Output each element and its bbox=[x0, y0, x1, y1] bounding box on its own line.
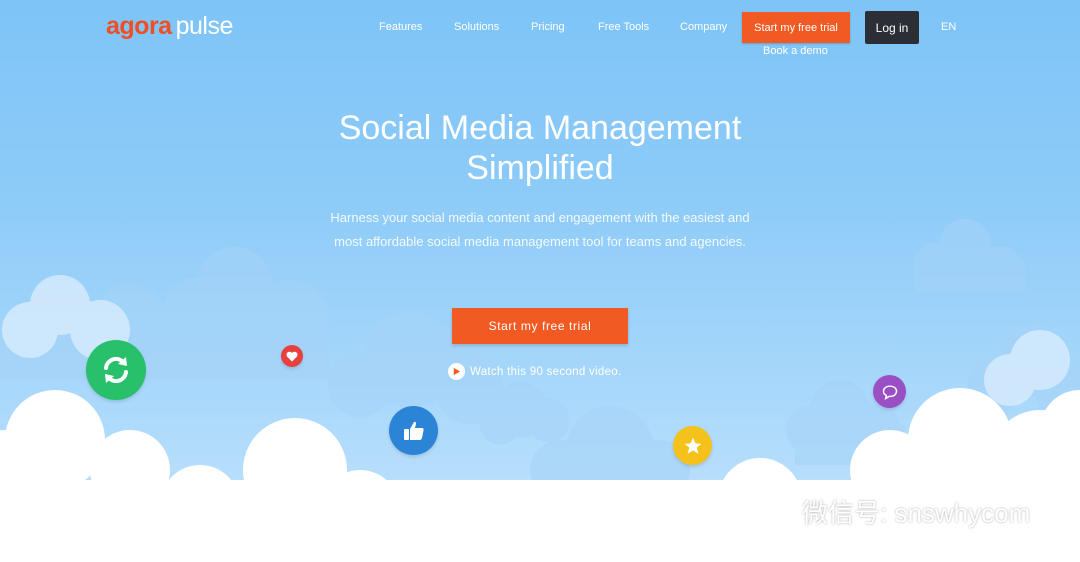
agorapulse-logo[interactable]: agora pulse bbox=[106, 12, 233, 41]
nav-features[interactable]: Features bbox=[379, 21, 422, 33]
wechat-watermark: 微信号: snswhycom bbox=[752, 493, 1030, 530]
login-button[interactable]: Log in bbox=[865, 11, 919, 44]
hero-subtitle: Harness your social media content and en… bbox=[330, 210, 750, 249]
hero-title: Social Media Management Simplified bbox=[240, 108, 840, 188]
hero-title-line2: Simplified bbox=[466, 149, 614, 187]
thumbs-up-icon bbox=[389, 406, 438, 455]
logo-part-pulse: pulse bbox=[175, 12, 234, 40]
nav-company[interactable]: Company bbox=[680, 21, 727, 33]
watch-video-link[interactable]: Watch this 90 second video. bbox=[448, 363, 622, 380]
book-demo-link[interactable]: Book a demo bbox=[763, 45, 828, 57]
wechat-icon bbox=[752, 496, 794, 527]
play-icon[interactable] bbox=[448, 363, 465, 380]
chat-icon bbox=[873, 375, 906, 408]
nav-solutions[interactable]: Solutions bbox=[454, 21, 499, 33]
sync-icon bbox=[86, 340, 146, 400]
site-header: agora pulse Features Solutions Pricing Fr… bbox=[0, 0, 1080, 60]
nav-pricing[interactable]: Pricing bbox=[531, 21, 565, 33]
watermark-text: 微信号: snswhycom bbox=[802, 498, 1031, 528]
nav-free-tools[interactable]: Free Tools bbox=[598, 21, 649, 33]
hero-title-line1: Social Media Management bbox=[338, 109, 742, 147]
language-selector[interactable]: EN bbox=[941, 21, 956, 33]
star-icon bbox=[673, 426, 712, 465]
logo-part-agora: agora bbox=[106, 12, 172, 40]
heart-icon bbox=[281, 345, 303, 367]
hero-start-free-trial-button[interactable]: Start my free trial bbox=[452, 308, 628, 344]
watch-video-text[interactable]: Watch this 90 second video. bbox=[470, 366, 622, 378]
start-free-trial-button[interactable]: Start my free trial bbox=[742, 12, 850, 43]
cloud-background bbox=[0, 219, 1080, 562]
